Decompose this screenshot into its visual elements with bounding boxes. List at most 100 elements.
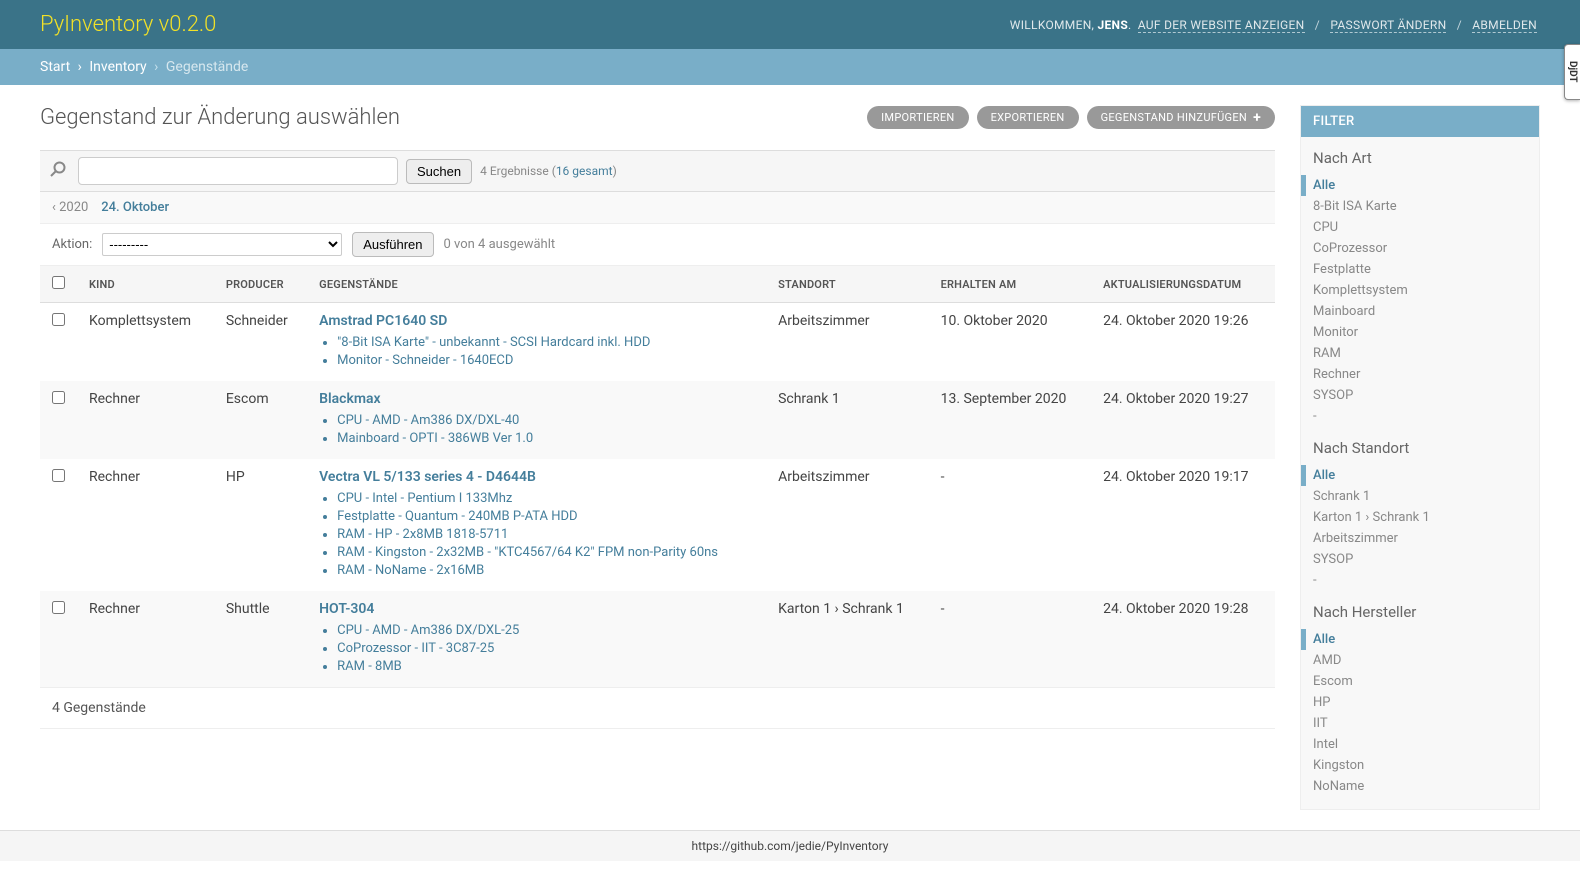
filter-item: Festplatte (1301, 259, 1539, 280)
filter-link[interactable]: Alle (1313, 468, 1335, 483)
logout-link[interactable]: ABMELDEN (1472, 18, 1537, 33)
show-all-link[interactable]: 16 gesamt (556, 164, 613, 178)
filter-link[interactable]: Karton 1 › Schrank 1 (1313, 510, 1430, 525)
username: JENS (1098, 18, 1129, 32)
filter-link[interactable]: Kingston (1313, 758, 1364, 773)
action-select[interactable]: --------- (102, 233, 342, 256)
filter-item: RAM (1301, 343, 1539, 364)
list-item: "8-Bit ISA Karte" - unbekannt - SCSI Har… (337, 335, 754, 350)
filter-item: Alle (1301, 465, 1539, 486)
part-link[interactable]: CPU - AMD - Am386 DX/DXL-25 (337, 623, 519, 638)
item-link[interactable]: Blackmax (319, 391, 381, 407)
filter-item: Escom (1301, 671, 1539, 692)
part-link[interactable]: RAM - NoName - 2x16MB (337, 563, 484, 578)
item-link[interactable]: Vectra VL 5/133 series 4 - D4644B (319, 469, 536, 485)
col-kind[interactable]: KIND (77, 266, 214, 303)
change-password-link[interactable]: PASSWORT ÄNDERN (1330, 18, 1446, 33)
filter-item: Kingston (1301, 755, 1539, 776)
list-item: CPU - Intel - Pentium I 133Mhz (337, 491, 754, 506)
filter-link[interactable]: - (1313, 573, 1317, 588)
results-table: KIND PRODUCER GEGENSTÄNDE STANDORT ERHAL… (40, 266, 1275, 687)
filter-link[interactable]: SYSOP (1313, 388, 1353, 403)
filter-link[interactable]: Escom (1313, 674, 1353, 689)
welcome-text: WILLKOMMEN, (1010, 18, 1094, 32)
filter-link[interactable]: CPU (1313, 220, 1338, 235)
item-link[interactable]: Amstrad PC1640 SD (319, 313, 447, 329)
cell-location: Arbeitszimmer (766, 303, 929, 382)
col-updated[interactable]: AKTUALISIERUNGSDATUM (1091, 266, 1275, 303)
row-checkbox[interactable] (52, 391, 65, 404)
list-item: Monitor - Schneider - 1640ECD (337, 353, 754, 368)
filter-link[interactable]: Alle (1313, 178, 1335, 193)
cell-producer: Shuttle (214, 591, 307, 687)
part-link[interactable]: CPU - Intel - Pentium I 133Mhz (337, 491, 512, 506)
filter-link[interactable]: 8-Bit ISA Karte (1313, 199, 1397, 214)
filter-link[interactable]: RAM (1313, 346, 1341, 361)
search-input[interactable] (78, 157, 398, 185)
filter-link[interactable]: CoProzessor (1313, 241, 1387, 256)
filter-link[interactable]: IIT (1313, 716, 1328, 731)
part-link[interactable]: RAM - Kingston - 2x32MB - "KTC4567/64 K2… (337, 545, 718, 560)
date-current-link[interactable]: 24. Oktober (101, 200, 169, 215)
part-link[interactable]: Festplatte - Quantum - 240MB P-ATA HDD (337, 509, 577, 524)
add-item-button[interactable]: GEGENSTAND HINZUFÜGEN + (1087, 106, 1275, 129)
col-location[interactable]: STANDORT (766, 266, 929, 303)
part-link[interactable]: Mainboard - OPTI - 386WB Ver 1.0 (337, 431, 533, 446)
filter-link[interactable]: HP (1313, 695, 1330, 710)
filter-link[interactable]: - (1313, 409, 1317, 424)
filter-link[interactable]: Schrank 1 (1313, 489, 1370, 504)
cell-kind: Rechner (77, 591, 214, 687)
cell-producer: Escom (214, 381, 307, 459)
filter-link[interactable]: Mainboard (1313, 304, 1375, 319)
col-received[interactable]: ERHALTEN AM (929, 266, 1092, 303)
filter-link[interactable]: Alle (1313, 632, 1335, 647)
action-go-button[interactable]: Ausführen (352, 232, 433, 257)
list-item: Mainboard - OPTI - 386WB Ver 1.0 (337, 431, 754, 446)
part-link[interactable]: Monitor - Schneider - 1640ECD (337, 353, 513, 368)
breadcrumb-app[interactable]: Inventory (89, 59, 146, 75)
row-checkbox[interactable] (52, 601, 65, 614)
django-debug-toolbar-handle[interactable]: DjDT (1564, 44, 1580, 100)
search-button[interactable]: Suchen (406, 159, 472, 184)
row-checkbox[interactable] (52, 469, 65, 482)
filter-link[interactable]: SYSOP (1313, 552, 1353, 567)
list-item: CPU - AMD - Am386 DX/DXL-40 (337, 413, 754, 428)
part-link[interactable]: CPU - AMD - Am386 DX/DXL-40 (337, 413, 519, 428)
filter-link[interactable]: Festplatte (1313, 262, 1371, 277)
cell-kind: Rechner (77, 381, 214, 459)
cell-location: Schrank 1 (766, 381, 929, 459)
col-items[interactable]: GEGENSTÄNDE (307, 266, 766, 303)
date-back-link[interactable]: ‹ 2020 (52, 200, 88, 215)
user-tools: WILLKOMMEN, JENS. AUF DER WEBSITE ANZEIG… (1010, 18, 1540, 32)
cell-items: Blackmax CPU - AMD - Am386 DX/DXL-40 Mainb… (307, 381, 766, 459)
select-all-checkbox[interactable] (52, 276, 65, 289)
cell-received: 13. September 2020 (929, 381, 1092, 459)
filter-link[interactable]: Arbeitszimmer (1313, 531, 1398, 546)
part-link[interactable]: RAM - HP - 2x8MB 1818-5711 (337, 527, 508, 542)
site-branding[interactable]: PyInventory v0.2.0 (40, 12, 216, 37)
filter-item: - (1301, 570, 1539, 591)
cell-location: Arbeitszimmer (766, 459, 929, 591)
view-site-link[interactable]: AUF DER WEBSITE ANZEIGEN (1138, 18, 1305, 33)
filter-link[interactable]: Intel (1313, 737, 1338, 752)
filter-link[interactable]: AMD (1313, 653, 1341, 668)
part-link[interactable]: "8-Bit ISA Karte" - unbekannt - SCSI Har… (337, 335, 650, 350)
filter-item: CPU (1301, 217, 1539, 238)
filter-item: Alle (1301, 629, 1539, 650)
item-link[interactable]: HOT-304 (319, 601, 374, 617)
part-link[interactable]: CoProzessor - IIT - 3C87-25 (337, 641, 494, 656)
filter-group-title: Nach Hersteller (1301, 591, 1539, 629)
col-producer[interactable]: PRODUCER (214, 266, 307, 303)
footer: https://github.com/jedie/PyInventory (0, 830, 1580, 861)
filter-item: Alle (1301, 175, 1539, 196)
filter-link[interactable]: Rechner (1313, 367, 1360, 382)
filter-link[interactable]: NoName (1313, 779, 1364, 794)
filter-link[interactable]: Komplettsystem (1313, 283, 1408, 298)
row-checkbox[interactable] (52, 313, 65, 326)
part-link[interactable]: RAM - 8MB (337, 659, 402, 674)
import-button[interactable]: IMPORTIEREN (867, 106, 968, 129)
breadcrumb-start[interactable]: Start (40, 59, 70, 75)
table-row: KomplettsystemSchneiderAmstrad PC1640 SD… (40, 303, 1275, 382)
filter-link[interactable]: Monitor (1313, 325, 1358, 340)
export-button[interactable]: EXPORTIEREN (977, 106, 1079, 129)
